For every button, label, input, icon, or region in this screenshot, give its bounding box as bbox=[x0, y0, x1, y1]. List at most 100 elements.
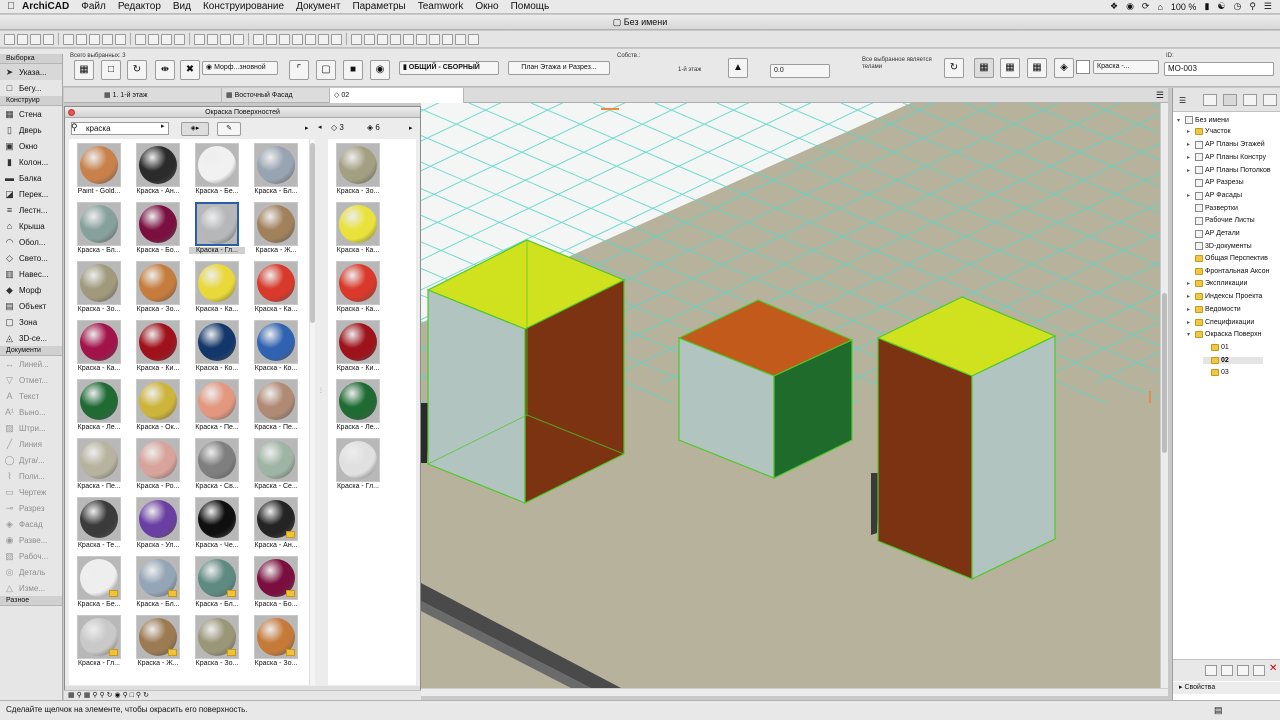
material-swatch[interactable]: Краска - Ка... bbox=[330, 200, 386, 259]
new-view-icon[interactable] bbox=[1205, 665, 1217, 676]
grid-scrollbar[interactable] bbox=[309, 139, 315, 685]
tool-drawing[interactable]: ▭ Чертеж bbox=[0, 484, 62, 500]
menu-teamwork[interactable]: Teamwork bbox=[418, 1, 464, 12]
tool-dimension[interactable]: ↔ Линей... bbox=[0, 356, 62, 372]
record-icon[interactable]: ◉ bbox=[1126, 1, 1134, 12]
navigator-menu-icon[interactable]: ☰ bbox=[1179, 96, 1186, 105]
navigator-item[interactable]: 03 bbox=[1203, 369, 1229, 377]
expand-triangle-icon[interactable]: ▸ bbox=[1187, 306, 1193, 313]
offset-field[interactable]: 0.0 bbox=[770, 64, 830, 78]
menu-help[interactable]: Помощь bbox=[511, 1, 550, 12]
material-swatch[interactable]: Краска - Ка... bbox=[330, 259, 386, 318]
zoom-icon[interactable] bbox=[135, 33, 146, 45]
solid-icon[interactable]: ■ bbox=[343, 60, 363, 80]
tool-mesh[interactable]: ◬ 3D-се... bbox=[0, 330, 62, 346]
morph-box-3[interactable] bbox=[876, 296, 1057, 580]
navigator-item[interactable]: ▸ АР Планы Констру bbox=[1187, 153, 1266, 162]
render-icon[interactable] bbox=[468, 33, 479, 45]
menu-design[interactable]: Конструирование bbox=[203, 1, 284, 12]
material-swatch[interactable]: Краска - Гл... bbox=[330, 436, 386, 495]
grid-icon[interactable] bbox=[331, 33, 342, 45]
adjust-icon[interactable] bbox=[377, 33, 388, 45]
tool-fill[interactable]: ▨ Штри... bbox=[0, 420, 62, 436]
properties-section[interactable]: ▸ Свойства bbox=[1173, 682, 1280, 694]
rotate-icon[interactable]: ↻ bbox=[127, 60, 147, 80]
material-swatch[interactable]: Краска - Гл... bbox=[189, 200, 245, 259]
text-icon[interactable] bbox=[318, 33, 329, 45]
expand-triangle-icon[interactable]: ▸ bbox=[1187, 128, 1193, 135]
tool-column[interactable]: ▮ Колон... bbox=[0, 154, 62, 170]
expand-triangle-icon[interactable]: ▸ bbox=[1187, 167, 1193, 174]
box3-left-face[interactable] bbox=[877, 337, 973, 580]
material-swatch[interactable]: Краска - Пе... bbox=[189, 377, 245, 436]
floorplan-section-button[interactable]: План Этажа и Разрез... bbox=[508, 61, 610, 75]
cube-top-icon[interactable]: ▦ bbox=[1027, 58, 1047, 78]
undo-icon[interactable] bbox=[102, 33, 113, 45]
texture-icon[interactable]: ◉ bbox=[370, 60, 390, 80]
material-swatch[interactable]: Краска - Ан... bbox=[130, 141, 186, 200]
material-swatch[interactable]: Краска - Бл... bbox=[71, 200, 127, 259]
paint-brush-icon[interactable] bbox=[429, 33, 440, 45]
tool-object[interactable]: ▤ Объект bbox=[0, 298, 62, 314]
material-swatch[interactable]: Краска - Зо... bbox=[189, 613, 245, 672]
list-icon[interactable]: ☰ bbox=[1264, 1, 1272, 12]
navigation-toolbar[interactable]: ▦⚲▦⚲⚲↻◉⚲□⚲↻ bbox=[64, 690, 421, 700]
material-swatch[interactable]: Краска - Ки... bbox=[130, 318, 186, 377]
user-icon[interactable]: ☯ bbox=[1217, 1, 1225, 12]
navigator-item[interactable]: АР Детали bbox=[1187, 229, 1240, 238]
mirror-icon[interactable]: ⇼ bbox=[155, 60, 175, 80]
box-select-icon[interactable] bbox=[266, 33, 277, 45]
material-swatch[interactable]: Краска - Ка... bbox=[71, 318, 127, 377]
menu-edit[interactable]: Редактор bbox=[118, 1, 161, 12]
navigator-item[interactable]: АР Разрезы bbox=[1187, 178, 1244, 187]
material-swatch[interactable]: Краска - Зо... bbox=[248, 613, 304, 672]
paste-icon[interactable] bbox=[89, 33, 100, 45]
expand-triangle-icon[interactable]: ▸ bbox=[1187, 192, 1193, 199]
material-swatch[interactable]: Краска - Зо... bbox=[330, 141, 386, 200]
material-swatch[interactable]: Краска - Зо... bbox=[130, 259, 186, 318]
material-swatch[interactable]: Краска - Бо... bbox=[130, 200, 186, 259]
horizontal-scrollbar[interactable] bbox=[421, 688, 1168, 696]
tool-door[interactable]: ▯ Дверь bbox=[0, 122, 62, 138]
snap-icon[interactable] bbox=[305, 33, 316, 45]
material-swatch[interactable]: Краска - Те... bbox=[71, 495, 127, 554]
navigator-item[interactable]: ▸ Спецификации bbox=[1187, 318, 1254, 326]
tool-text[interactable]: A Текст bbox=[0, 388, 62, 404]
material-swatch[interactable]: Краска - Св... bbox=[189, 436, 245, 495]
arrow-select-icon[interactable] bbox=[253, 33, 264, 45]
material-swatch[interactable]: Краска - Се... bbox=[248, 436, 304, 495]
layer-selector[interactable]: ▮ ОБЩИЙ - СБОРНЫЙ bbox=[399, 61, 499, 75]
pen-weight-icon[interactable] bbox=[207, 33, 218, 45]
tool-change[interactable]: △ Изме... bbox=[0, 580, 62, 596]
3d-viewport[interactable] bbox=[421, 103, 1168, 688]
elevation-icon[interactable]: ▲ bbox=[728, 58, 748, 78]
navigator-item[interactable]: 02 bbox=[1203, 356, 1263, 364]
tool-zone[interactable]: ▢ Зона bbox=[0, 314, 62, 330]
material-swatch[interactable]: Краска - Пе... bbox=[71, 436, 127, 495]
gravity-icon[interactable] bbox=[279, 33, 290, 45]
tool-slab[interactable]: ◪ Перек... bbox=[0, 186, 62, 202]
guide-icon[interactable] bbox=[292, 33, 303, 45]
material-swatch[interactable]: Краска - Ж... bbox=[248, 200, 304, 259]
tool-label[interactable]: A¹ Выно... bbox=[0, 404, 62, 420]
cube-side-icon[interactable]: ▦ bbox=[1000, 58, 1020, 78]
settings-icon[interactable] bbox=[1253, 665, 1265, 676]
tool-stair[interactable]: ≡ Лестн... bbox=[0, 202, 62, 218]
material-swatch[interactable]: Краска - Бе... bbox=[189, 141, 245, 200]
intersect-icon[interactable] bbox=[390, 33, 401, 45]
tool-interior[interactable]: ◉ Разве... bbox=[0, 532, 62, 548]
menu-view[interactable]: Вид bbox=[173, 1, 191, 12]
material-swatch[interactable]: Краска - Бл... bbox=[189, 554, 245, 613]
tool-window[interactable]: ▣ Окно bbox=[0, 138, 62, 154]
tab-east-elevation[interactable]: ▦ Восточный Фасад bbox=[222, 88, 330, 103]
picker-mode-button[interactable]: ◈▸ bbox=[181, 122, 209, 136]
layout-book-icon[interactable] bbox=[1243, 94, 1257, 106]
navigator-item[interactable]: ▸ АР Планы Потолков bbox=[1187, 166, 1271, 175]
tab-menu-icon[interactable]: ☰ bbox=[1156, 90, 1164, 101]
material-swatch[interactable]: Краска - Ка... bbox=[248, 259, 304, 318]
new-folder-icon[interactable] bbox=[1237, 665, 1249, 676]
navigator-root[interactable]: ▾ Без имени bbox=[1177, 116, 1229, 124]
material-swatch[interactable]: Краска - Бл... bbox=[130, 554, 186, 613]
tool-level[interactable]: ▽ Отмет... bbox=[0, 372, 62, 388]
tool-line[interactable]: ╱ Линия bbox=[0, 436, 62, 452]
